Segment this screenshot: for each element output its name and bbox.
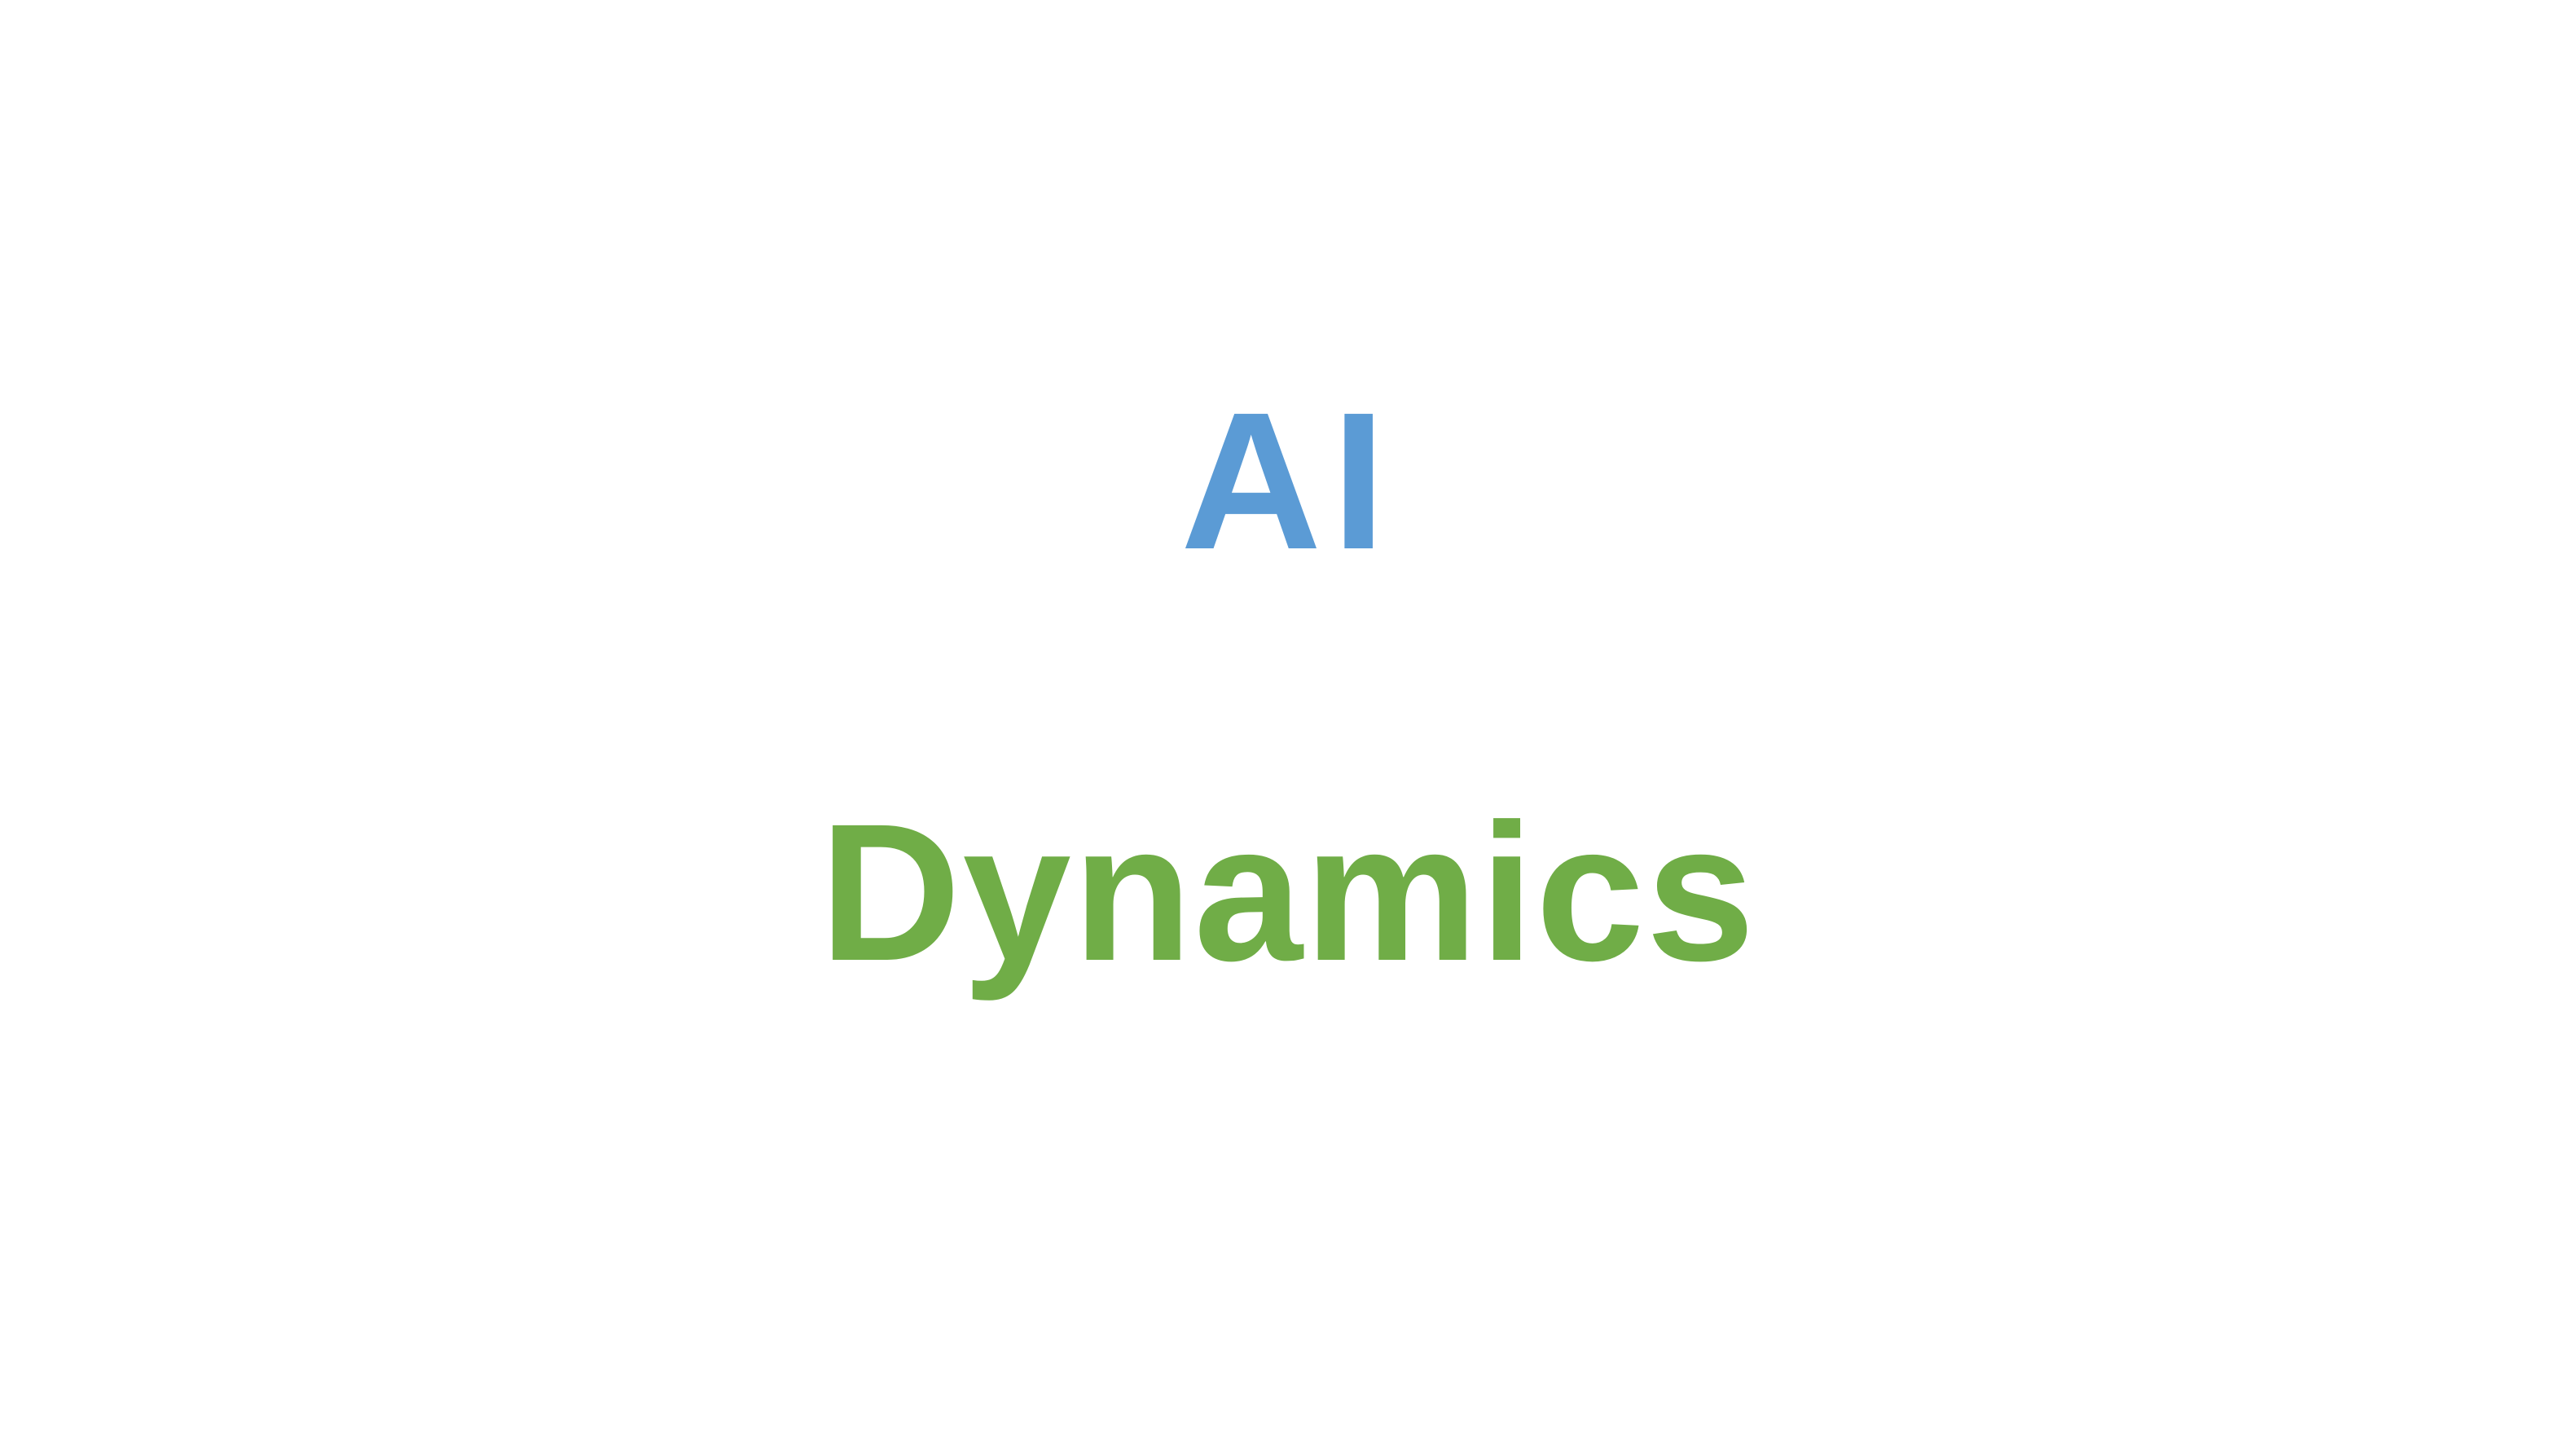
logo-canvas: AI Dynamics: [0, 0, 2576, 1456]
logo-word-dynamics: Dynamics: [820, 783, 1756, 1001]
logo-word-ai: AI: [1180, 372, 1396, 590]
